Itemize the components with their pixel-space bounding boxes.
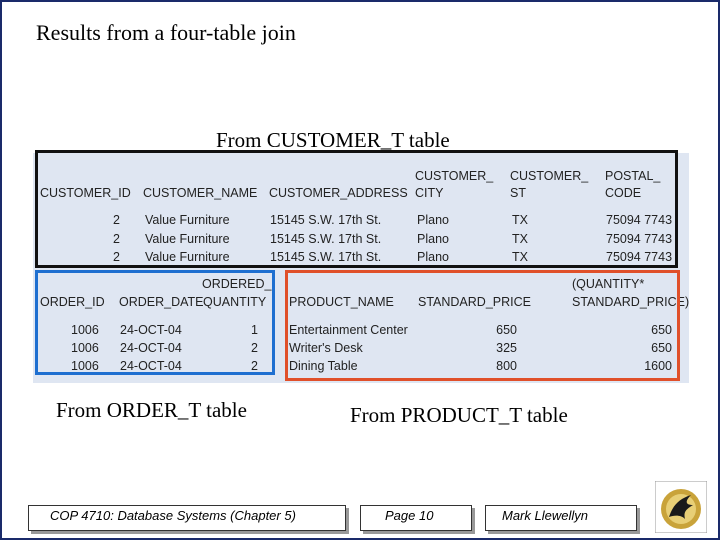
order-table-highlight-box <box>35 270 275 375</box>
slide-title: Results from a four-table join <box>36 20 296 45</box>
footer-author: Mark Llewellyn <box>502 508 588 523</box>
customer-table-highlight-box <box>35 150 678 268</box>
pegasus-logo-icon <box>654 480 708 534</box>
footer-course: COP 4710: Database Systems (Chapter 5) <box>50 508 296 523</box>
caption-order: From ORDER_T table <box>56 398 247 422</box>
caption-product: From PRODUCT_T table <box>350 403 568 427</box>
footer-page-number: Page 10 <box>385 508 434 523</box>
product-table-highlight-box <box>285 270 680 381</box>
